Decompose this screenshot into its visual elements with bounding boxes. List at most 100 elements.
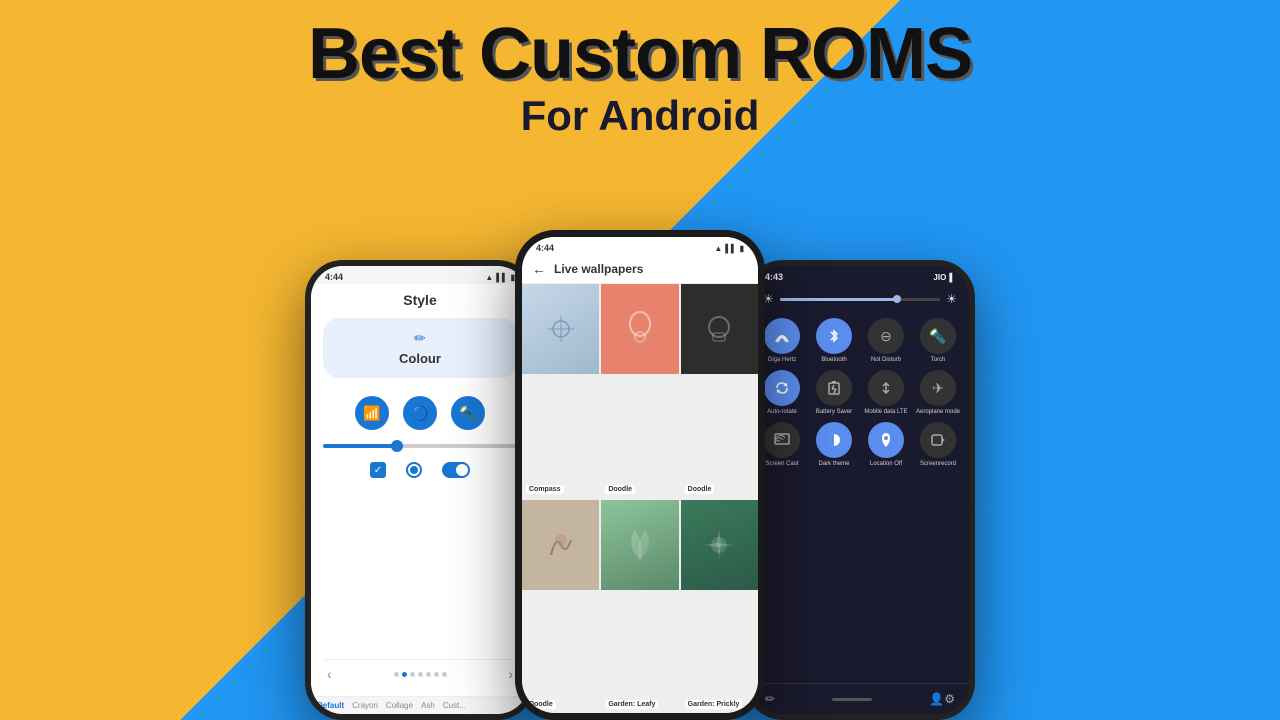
phone2-time: 4:44	[536, 243, 554, 253]
phone1-nav: ‹ ›	[323, 659, 517, 688]
garden1-preview	[601, 500, 678, 590]
dot-1	[394, 672, 399, 677]
pencil-icon: ✏	[414, 330, 426, 347]
torch-qs-icon: 🔦	[451, 396, 485, 430]
dot-4	[418, 672, 423, 677]
location-label: Location Off	[870, 461, 902, 468]
phone2-header: ← Live wallpapers	[522, 255, 758, 284]
phone1-colour-label: Colour	[399, 351, 441, 366]
phone1-slider[interactable]	[323, 444, 517, 448]
phone1-time: 4:44	[325, 272, 343, 282]
main-title: Best Custom ROMS	[0, 18, 1280, 90]
tab-collage[interactable]: Collage	[386, 701, 413, 710]
account-icon[interactable]: 👤	[929, 692, 944, 706]
phone1-statusbar: 4:44 ▲ ▌▌ ▮	[311, 266, 529, 284]
phone2-screen: 4:44 ▲ ▌▌ ▮ ← Live wallpapers	[522, 237, 758, 713]
auto-rotate-icon	[764, 370, 800, 406]
screenrecord-icon	[920, 422, 956, 458]
qs-mobile-data[interactable]: Mobile data LTE	[863, 370, 909, 416]
dot-5	[426, 672, 431, 677]
giga-hertz-label: Giga Hertz	[768, 357, 797, 364]
wallpaper-garden-prickly[interactable]: Garden: Prickly	[681, 500, 758, 714]
giga-hertz-icon	[764, 318, 800, 354]
compass-svg	[546, 314, 576, 344]
torch-label: Torch	[931, 357, 946, 364]
dot-2	[402, 672, 407, 677]
compass-preview	[522, 284, 599, 374]
phone1-screen-title: Style	[403, 292, 436, 308]
tab-cust[interactable]: Cust...	[443, 701, 466, 710]
qs-torch[interactable]: 🔦 Torch	[915, 318, 961, 364]
tab-default[interactable]: Default	[317, 701, 344, 710]
phone-style: 4:44 ▲ ▌▌ ▮ Style ✏ Colour 📶 🔵 🔦	[305, 260, 535, 720]
phone2-status-icons: ▲ ▌▌ ▮	[714, 244, 744, 253]
aeroplane-icon: ✈	[920, 370, 956, 406]
brightness-row: ☀ ☀	[751, 284, 969, 314]
wallpaper-doodle2[interactable]: Doodle	[681, 284, 758, 498]
qs-location[interactable]: Location Off	[863, 422, 909, 468]
back-button[interactable]: ←	[532, 261, 546, 277]
wallpaper-doodle3[interactable]: Doodle	[522, 500, 599, 714]
garden1-svg	[620, 525, 660, 565]
battery-saver-icon	[816, 370, 852, 406]
dot-3	[410, 672, 415, 677]
title-container: Best Custom ROMS For Android	[0, 18, 1280, 140]
mobile-data-label: Mobile data LTE	[864, 409, 907, 416]
phone2-header-title: Live wallpapers	[554, 262, 643, 276]
qs-bluetooth[interactable]: Bluetooth	[811, 318, 857, 364]
aeroplane-label: Aeroplane mode	[916, 409, 960, 416]
prev-arrow-icon[interactable]: ‹	[327, 666, 332, 682]
doodle2-preview	[681, 284, 758, 374]
signal-icon3: ▌	[949, 273, 955, 282]
next-arrow-icon[interactable]: ›	[508, 666, 513, 682]
toggle-control[interactable]	[442, 462, 470, 478]
qs-battery-saver[interactable]: Battery Saver	[811, 370, 857, 416]
signal-icon2: ▌▌	[725, 244, 736, 253]
phone3-statusbar: 4:43 JIO ▌	[751, 266, 969, 284]
checkbox-control[interactable]: ✓	[370, 462, 386, 478]
jio-carrier: JIO	[933, 273, 946, 282]
battery-icon2: ▮	[740, 244, 744, 253]
radio-control[interactable]	[406, 462, 422, 478]
qs-screen-cast[interactable]: Screen Cast	[759, 422, 805, 468]
garden-prickly-label: Garden: Prickly	[685, 700, 743, 709]
mobile-data-icon	[868, 370, 904, 406]
wallpaper-doodle1[interactable]: Doodle	[601, 284, 678, 498]
quick-settings-grid: Giga Hertz Bluetooth ⊖ Not Disturb	[751, 314, 969, 473]
doodle1-svg	[620, 309, 660, 349]
phones-container: 4:44 ▲ ▌▌ ▮ Style ✏ Colour 📶 🔵 🔦	[0, 230, 1280, 720]
phone-quick-settings: 4:43 JIO ▌ ☀ ☀	[745, 260, 975, 720]
qs-aeroplane[interactable]: ✈ Aeroplane mode	[915, 370, 961, 416]
wallpaper-compass[interactable]: Compass	[522, 284, 599, 498]
settings-icon[interactable]: ⚙	[944, 692, 955, 706]
doodle3-svg	[541, 525, 581, 565]
doodle1-preview	[601, 284, 678, 374]
bluetooth-icon	[816, 318, 852, 354]
screen-cast-label: Screen Cast	[765, 461, 798, 468]
garden-leafy-label: Garden: Leafy	[605, 700, 658, 709]
qs-not-disturb[interactable]: ⊖ Not Disturb	[863, 318, 909, 364]
tab-crayon[interactable]: Crayon	[352, 701, 378, 710]
slider-thumb	[391, 440, 403, 452]
signal-icon: ▌▌	[496, 273, 507, 282]
radio-inner	[410, 466, 418, 474]
phone1-icons-row: 📶 🔵 🔦	[355, 396, 485, 430]
qs-giga-hertz[interactable]: Giga Hertz	[759, 318, 805, 364]
brightness-bar[interactable]	[780, 298, 940, 301]
edit-icon[interactable]: ✏	[765, 692, 775, 706]
qs-dark-theme[interactable]: Dark theme	[811, 422, 857, 468]
phone-wallpapers: 4:44 ▲ ▌▌ ▮ ← Live wallpapers	[515, 230, 765, 720]
doodle2-svg	[699, 309, 739, 349]
doodle3-label: Doodle	[526, 700, 556, 709]
location-icon	[868, 422, 904, 458]
qs-auto-rotate[interactable]: Auto-rotate	[759, 370, 805, 416]
phone1-screen: 4:44 ▲ ▌▌ ▮ Style ✏ Colour 📶 🔵 🔦	[311, 266, 529, 714]
sub-title: For Android	[0, 92, 1280, 140]
not-disturb-icon: ⊖	[868, 318, 904, 354]
wallpaper-grid: Compass Doodle	[522, 284, 758, 713]
wallpaper-garden-leafy[interactable]: Garden: Leafy	[601, 500, 678, 714]
brightness-thumb	[893, 295, 901, 303]
tab-ash[interactable]: Ash	[421, 701, 435, 710]
qs-screenrecord[interactable]: Screenrecord	[915, 422, 961, 468]
bluetooth-label: Bluetooth	[821, 357, 846, 364]
